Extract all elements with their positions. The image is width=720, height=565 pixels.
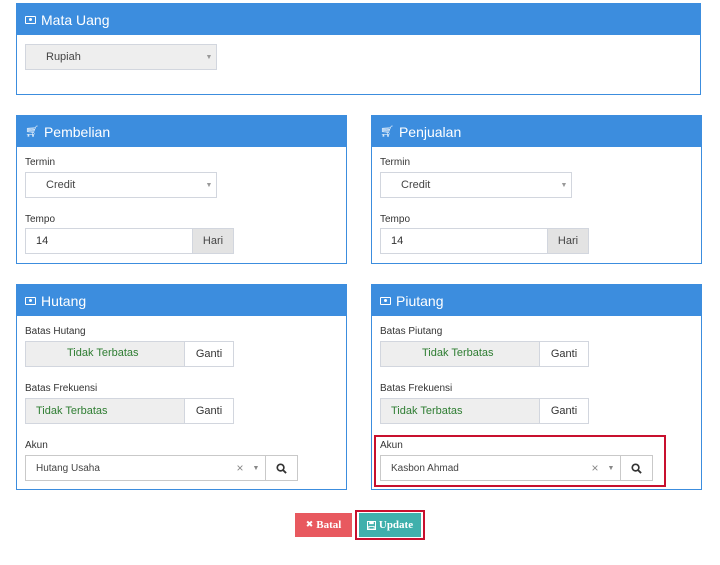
search-icon: [631, 462, 642, 474]
penjualan-tempo-unit: Hari: [547, 228, 589, 254]
piutang-akun-label: Akun: [380, 440, 403, 451]
hutang-akun-value: Hutang Usaha: [36, 462, 100, 474]
shopping-cart-icon: 🛒︎: [380, 126, 394, 138]
hutang-akun-select[interactable]: Hutang Usaha × ▼: [25, 455, 266, 481]
penjualan-tempo-input[interactable]: 14: [380, 228, 548, 254]
pembelian-termin-label: Termin: [25, 157, 56, 168]
pembelian-termin-value: Credit: [46, 179, 76, 191]
caret-down-icon: ▼: [205, 181, 213, 189]
update-label: Update: [378, 519, 414, 531]
penjualan-termin-value: Credit: [401, 179, 431, 191]
piutang-title: Piutang: [396, 292, 444, 309]
batas-piutang-value: Tidak Terbatas: [422, 347, 494, 359]
currency-value: Rupiah: [46, 51, 81, 63]
pembelian-tempo-input[interactable]: 14: [25, 228, 193, 254]
piutang-header: Piutang: [372, 285, 701, 316]
times-icon: ✖: [305, 520, 314, 530]
caret-down-icon: ▼: [607, 464, 615, 472]
caret-down-icon: ▼: [205, 53, 213, 61]
batas-hutang-value: Tidak Terbatas: [67, 347, 139, 359]
batas-hutang-label: Batas Hutang: [25, 326, 86, 337]
hutang-frekuensi-ganti-button[interactable]: Ganti: [184, 398, 234, 424]
hutang-title: Hutang: [41, 292, 87, 309]
piutang-frekuensi-ganti-button[interactable]: Ganti: [539, 398, 589, 424]
piutang-frekuensi-value: Tidak Terbatas: [391, 405, 463, 417]
cancel-label: Batal: [316, 519, 342, 531]
penjualan-termin-select[interactable]: Credit ▼: [380, 172, 572, 198]
money-icon: [25, 296, 36, 305]
pembelian-title: Pembelian: [43, 123, 111, 140]
batas-piutang-ganti-button[interactable]: Ganti: [539, 341, 589, 367]
hutang-frekuensi-label: Batas Frekuensi: [25, 383, 98, 394]
cancel-button[interactable]: ✖ Batal: [295, 513, 352, 537]
penjualan-header: 🛒︎ Penjualan: [372, 116, 701, 147]
mata-uang-title: Mata Uang: [41, 11, 110, 28]
piutang-akun-search-button[interactable]: [620, 455, 653, 481]
hutang-akun-label: Akun: [25, 440, 48, 451]
clear-icon[interactable]: ×: [233, 461, 247, 475]
mata-uang-header: Mata Uang: [17, 4, 700, 35]
piutang-frekuensi-label: Batas Frekuensi: [380, 383, 453, 394]
penjualan-termin-label: Termin: [380, 157, 411, 168]
search-icon: [276, 462, 287, 474]
batas-hutang-ganti-button[interactable]: Ganti: [184, 341, 234, 367]
caret-down-icon: ▼: [252, 464, 260, 472]
caret-down-icon: ▼: [560, 181, 568, 189]
save-icon: [366, 520, 376, 530]
penjualan-title: Penjualan: [398, 123, 462, 140]
clear-icon[interactable]: ×: [588, 461, 602, 475]
hutang-akun-search-button[interactable]: [265, 455, 298, 481]
currency-select[interactable]: Rupiah ▼: [25, 44, 217, 70]
money-icon: [25, 15, 36, 24]
piutang-akun-select[interactable]: Kasbon Ahmad × ▼: [380, 455, 621, 481]
hutang-frekuensi-value: Tidak Terbatas: [36, 405, 108, 417]
pembelian-tempo-unit: Hari: [192, 228, 234, 254]
hutang-header: Hutang: [17, 285, 346, 316]
money-icon: [380, 296, 391, 305]
update-button[interactable]: Update: [359, 513, 421, 537]
pembelian-tempo-label: Tempo: [25, 214, 56, 225]
pembelian-header: 🛒︎ Pembelian: [17, 116, 346, 147]
batas-piutang-label: Batas Piutang: [380, 326, 443, 337]
pembelian-termin-select[interactable]: Credit ▼: [25, 172, 217, 198]
shopping-cart-icon: 🛒︎: [25, 126, 39, 138]
penjualan-tempo-label: Tempo: [380, 214, 411, 225]
piutang-akun-value: Kasbon Ahmad: [391, 462, 459, 474]
